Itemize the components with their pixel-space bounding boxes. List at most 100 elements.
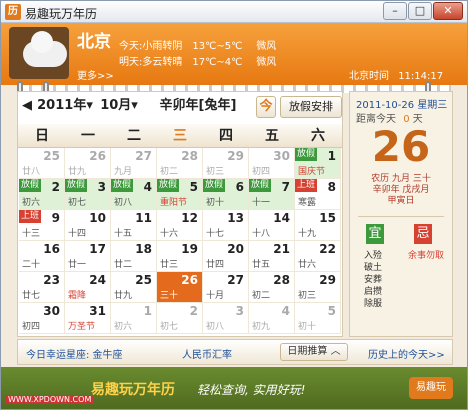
lunar-label: 十三 (22, 229, 41, 239)
date-calc-button[interactable]: 日期推算 ︿ (280, 343, 348, 361)
more-weather-link[interactable]: 更多>> (77, 67, 114, 82)
day-cell[interactable]: 27 十月 (203, 272, 249, 303)
lunar-label: 初十 (298, 322, 317, 332)
lunar-label: 十一 (252, 198, 271, 208)
lunar-label: 十五 (114, 229, 133, 239)
calendar-nav: ◀ 2011年▾ 10月▾ 辛卯年[兔年] 今 放假安排 (22, 96, 342, 120)
today-button[interactable]: 今 (256, 96, 276, 118)
day-cell[interactable]: 31 万圣节 (65, 303, 111, 334)
yi-item: 入殓 (364, 251, 383, 261)
lunar-label: 初四 (252, 167, 271, 177)
lunar-ganzhi: 辛卯年 戊戌月 (372, 185, 430, 195)
lunar-label: 初六 (114, 322, 133, 332)
day-cell[interactable]: 放假 4 初八 (111, 179, 157, 210)
day-cell[interactable]: 16 二十 (19, 241, 65, 272)
lunar-label: 廿一 (68, 260, 87, 270)
day-number: 19 (181, 242, 198, 256)
day-cell[interactable]: 4 初九 (249, 303, 295, 334)
day-cell[interactable]: 13 十七 (203, 210, 249, 241)
day-cell[interactable]: 放假 6 初十 (203, 179, 249, 210)
day-number: 3 (97, 180, 106, 194)
window-title: 易趣玩万年历 (25, 7, 98, 21)
holiday-tag: 上班 (295, 179, 318, 192)
day-cell[interactable]: 11 十五 (111, 210, 157, 241)
weekday-4: 四 (219, 128, 233, 144)
day-number: 15 (319, 211, 336, 225)
day-cell[interactable]: 上班 8 寒露 (295, 179, 341, 210)
lunar-label: 初四 (22, 322, 41, 332)
day-cell[interactable]: 28 初二 (157, 148, 203, 179)
day-cell[interactable]: 27 九月 (111, 148, 157, 179)
month-grid: 25 廿八 26 廿九 27 九月 28 初二 29 初三 30 初四 放假 1 国庆节 放假 2 初六 放假 3 初七… (18, 148, 342, 334)
day-number: 27 (135, 149, 152, 163)
minimize-button[interactable]: – (383, 2, 407, 20)
day-cell[interactable]: 放假 5 重阳节 (157, 179, 203, 210)
holiday-tag: 放假 (19, 179, 42, 192)
day-cell[interactable]: 26 三十 (157, 272, 203, 303)
day-number: 26 (181, 273, 198, 287)
day-cell[interactable]: 21 廿五 (249, 241, 295, 272)
day-cell[interactable]: 28 初二 (249, 272, 295, 303)
day-cell[interactable]: 23 廿七 (19, 272, 65, 303)
weekday-5: 五 (265, 128, 279, 144)
day-cell[interactable]: 放假 1 国庆节 (295, 148, 341, 179)
restore-button[interactable]: □ (408, 2, 432, 20)
year-select[interactable]: 2011年▾ (34, 96, 96, 118)
day-cell[interactable]: 放假 3 初七 (65, 179, 111, 210)
lunar-label: 十七 (206, 229, 225, 239)
day-number: 5 (189, 180, 198, 194)
holiday-tag: 上班 (19, 210, 42, 223)
footer-brand: 易趣玩万年历 (91, 382, 175, 398)
day-cell[interactable]: 上班 9 十三 (19, 210, 65, 241)
close-button[interactable]: ✕ (433, 2, 463, 20)
day-cell[interactable]: 25 廿九 (111, 272, 157, 303)
day-cell[interactable]: 26 廿九 (65, 148, 111, 179)
day-cell[interactable]: 30 初四 (19, 303, 65, 334)
day-cell[interactable]: 29 初三 (295, 272, 341, 303)
yi-badge: 宜 (366, 224, 384, 244)
day-cell[interactable]: 17 廿一 (65, 241, 111, 272)
day-cell[interactable]: 20 廿四 (203, 241, 249, 272)
day-cell[interactable]: 12 十六 (157, 210, 203, 241)
yi-item: 除服 (364, 299, 383, 309)
history-today-link[interactable]: 历史上的今天>> (368, 346, 445, 361)
lunar-label: 廿八 (22, 167, 41, 177)
exchange-rate-link[interactable]: 人民币汇率 (182, 346, 232, 361)
day-cell[interactable]: 放假 2 初六 (19, 179, 65, 210)
prev-arrow-icon[interactable]: ◀ (22, 96, 32, 118)
day-cell[interactable]: 放假 7 十一 (249, 179, 295, 210)
ji-item: 余事勿取 (408, 251, 445, 261)
month-select[interactable]: 10月▾ (96, 96, 142, 118)
day-cell[interactable]: 18 廿二 (111, 241, 157, 272)
lunar-label: 廿九 (114, 291, 133, 301)
day-cell[interactable]: 30 初四 (249, 148, 295, 179)
day-cell[interactable]: 19 廿三 (157, 241, 203, 272)
day-cell[interactable]: 14 十八 (249, 210, 295, 241)
city-name[interactable]: 北京 (77, 27, 111, 52)
day-cell[interactable]: 10 十四 (65, 210, 111, 241)
calendar-panel: ◀ 2011年▾ 10月▾ 辛卯年[兔年] 今 放假安排 日一二三四五六 25 廿… (17, 91, 343, 337)
day-cell[interactable]: 2 初七 (157, 303, 203, 334)
lunar-label: 初八 (114, 198, 133, 208)
day-cell[interactable]: 22 廿六 (295, 241, 341, 272)
lunar-label: 十六 (160, 229, 179, 239)
lunar-date: 农历 九月 三十 (371, 174, 431, 184)
lunar-label: 廿三 (160, 260, 179, 270)
day-number: 1 (143, 304, 152, 318)
yi-item: 安葬 (364, 275, 383, 285)
day-cell[interactable]: 24 霜降 (65, 272, 111, 303)
lunar-label: 万圣节 (68, 322, 96, 332)
day-cell[interactable]: 15 十九 (295, 210, 341, 241)
day-cell[interactable]: 5 初十 (295, 303, 341, 334)
lucky-sign-link[interactable]: 今日幸运星座: 金牛座 (26, 346, 123, 361)
day-number: 30 (273, 149, 290, 163)
lunar-label: 初三 (206, 167, 225, 177)
day-cell[interactable]: 3 初八 (203, 303, 249, 334)
holiday-schedule-button[interactable]: 放假安排 (280, 96, 342, 118)
day-cell[interactable]: 29 初三 (203, 148, 249, 179)
day-cell[interactable]: 1 初六 (111, 303, 157, 334)
day-cell[interactable]: 25 廿八 (19, 148, 65, 179)
app-window: 历 易趣玩万年历 – □ ✕ 北京 更多>> 今天:小雨转阴 13℃~5℃ 微风 明… (0, 0, 468, 410)
day-number: 2 (51, 180, 60, 194)
ji-badge: 忌 (414, 224, 432, 244)
